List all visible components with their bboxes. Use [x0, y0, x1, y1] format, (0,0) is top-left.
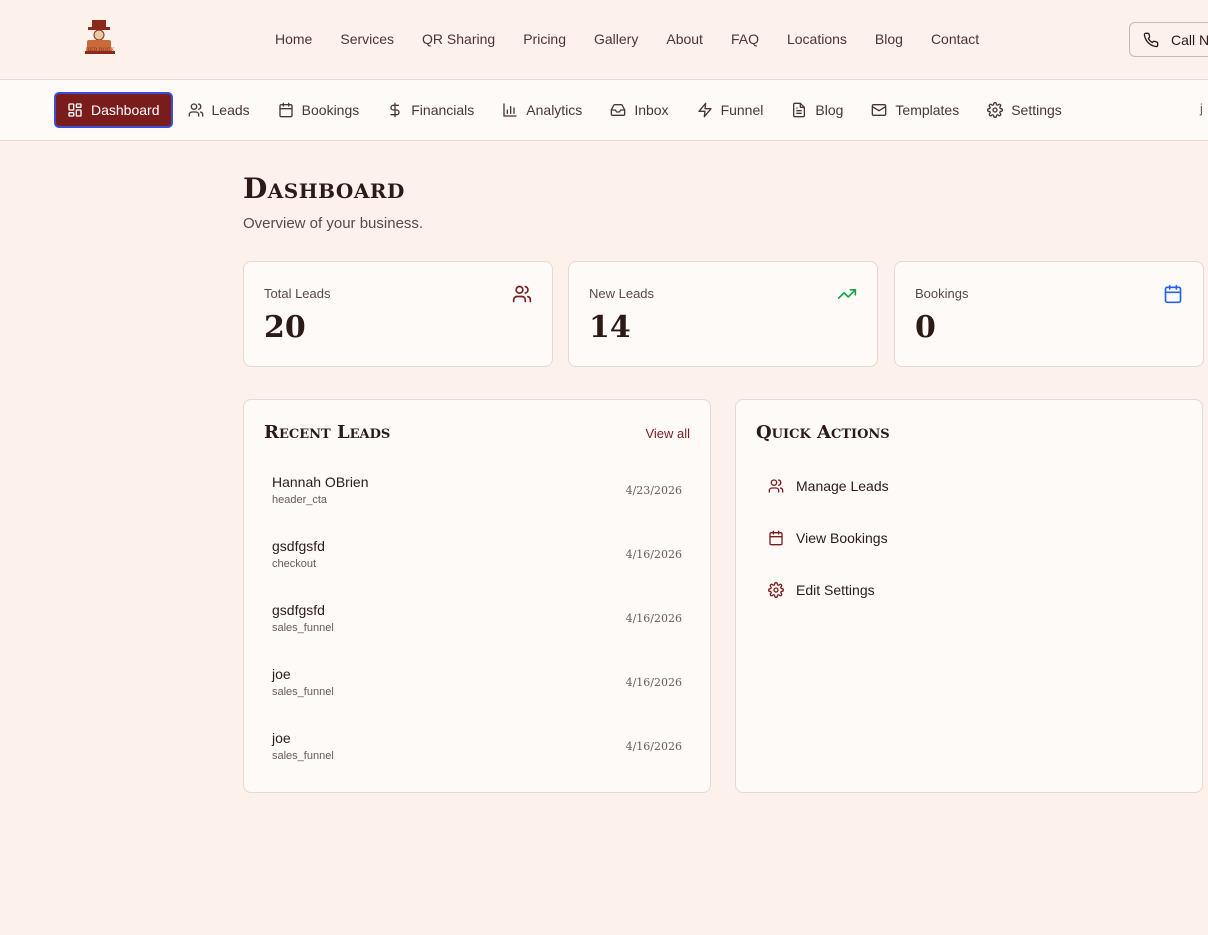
nav-link-faq[interactable]: FAQ	[717, 30, 773, 48]
admin-tab-label: Financials	[411, 102, 475, 118]
admin-tab-bookings[interactable]: Bookings	[266, 93, 372, 127]
lead-name: joe	[272, 666, 291, 682]
lead-row[interactable]: Hannah OBrien header_cta 4/23/2026	[272, 474, 682, 514]
nav-link-pricing[interactable]: Pricing	[509, 30, 580, 48]
layout-dashboard-icon	[68, 103, 82, 117]
users-icon	[512, 285, 532, 303]
nav-link-about[interactable]: About	[652, 30, 717, 48]
zap-icon	[697, 102, 712, 118]
lead-name: gsdfgsfd	[272, 602, 325, 618]
admin-tab-label: Inbox	[634, 102, 669, 118]
admin-nav: Dashboard Leads Bookings Financials Anal…	[54, 92, 1074, 128]
page-title: Dashboard	[243, 172, 405, 205]
admin-tab-label: Templates	[895, 102, 960, 118]
users-icon	[768, 479, 784, 493]
quick-actions-title: Quick Actions	[756, 422, 890, 443]
stat-label: Bookings	[915, 286, 969, 301]
lead-date: 4/16/2026	[625, 740, 682, 753]
stat-value: 20	[264, 310, 306, 345]
lead-source: sales_funnel	[272, 686, 334, 698]
user-menu[interactable]: j	[1200, 101, 1203, 116]
admin-tab-label: Leads	[211, 102, 250, 118]
admin-tab-inbox[interactable]: Inbox	[598, 93, 680, 127]
recent-leads-title: Recent Leads	[264, 422, 391, 443]
page-subtitle: Overview of your business.	[243, 215, 424, 232]
admin-tab-blog[interactable]: Blog	[779, 93, 855, 127]
site-header: RED ROCK Home Services QR Sharing Pricin…	[0, 0, 1208, 80]
admin-tab-label: Analytics	[526, 102, 583, 118]
admin-tab-label: Funnel	[720, 102, 764, 118]
stat-label: Total Leads	[264, 286, 331, 301]
lead-row[interactable]: gsdfgsfd checkout 4/16/2026	[272, 538, 682, 578]
view-bookings-action[interactable]: View Bookings	[768, 530, 888, 546]
nav-link-qr-sharing[interactable]: QR Sharing	[408, 30, 509, 48]
manage-leads-action[interactable]: Manage Leads	[768, 478, 889, 494]
phone-icon	[1143, 32, 1159, 47]
edit-settings-action[interactable]: Edit Settings	[768, 582, 875, 598]
stat-card-total-leads: Total Leads 20	[243, 261, 553, 367]
lead-source: header_cta	[272, 494, 328, 506]
nav-link-services[interactable]: Services	[326, 30, 408, 48]
action-label: Edit Settings	[796, 582, 875, 598]
calendar-icon	[769, 530, 783, 546]
mail-icon	[872, 104, 887, 116]
nav-link-contact[interactable]: Contact	[917, 30, 993, 48]
trending-up-icon	[837, 289, 857, 299]
lead-date: 4/16/2026	[625, 676, 682, 689]
admin-tab-settings[interactable]: Settings	[975, 93, 1074, 127]
lead-source: checkout	[272, 558, 317, 570]
action-label: Manage Leads	[796, 478, 889, 494]
admin-tab-label: Bookings	[301, 102, 360, 118]
lead-source: sales_funnel	[272, 750, 334, 762]
bar-chart-icon	[503, 103, 517, 117]
lead-date: 4/16/2026	[625, 612, 682, 625]
lead-name: gsdfgsfd	[272, 538, 325, 554]
admin-tab-label: Blog	[815, 102, 844, 118]
stat-card-new-leads: New Leads 14	[568, 261, 878, 367]
admin-nav-bar: Dashboard Leads Bookings Financials Anal…	[0, 80, 1208, 141]
svg-text:RED ROCK: RED ROCK	[86, 47, 115, 53]
nav-link-blog[interactable]: Blog	[861, 30, 917, 48]
users-icon	[188, 103, 203, 117]
admin-tab-leads[interactable]: Leads	[176, 93, 262, 127]
stat-card-bookings: Bookings 0	[894, 261, 1204, 367]
nav-link-locations[interactable]: Locations	[773, 30, 861, 48]
admin-tab-label: Dashboard	[91, 102, 160, 118]
admin-tab-financials[interactable]: Financials	[375, 93, 486, 127]
view-all-leads-link[interactable]: View all	[645, 426, 690, 441]
nav-link-home[interactable]: Home	[261, 30, 326, 48]
dollar-sign-icon	[390, 102, 400, 118]
lead-name: Hannah OBrien	[272, 474, 369, 490]
stat-value: 0	[915, 310, 936, 345]
main-nav: Home Services QR Sharing Pricing Gallery…	[261, 30, 993, 48]
lead-date: 4/16/2026	[625, 548, 682, 561]
brand-logo[interactable]: RED ROCK	[82, 18, 118, 60]
nav-link-gallery[interactable]: Gallery	[580, 30, 652, 48]
lead-row[interactable]: gsdfgsfd sales_funnel 4/16/2026	[272, 602, 682, 642]
admin-tab-templates[interactable]: Templates	[859, 93, 971, 127]
lead-row[interactable]: joe sales_funnel 4/16/2026	[272, 666, 682, 706]
lead-row[interactable]: joe sales_funnel 4/16/2026	[272, 730, 682, 770]
quick-actions-panel: Quick Actions Manage Leads View Bookings…	[735, 399, 1203, 793]
stat-label: New Leads	[589, 286, 655, 301]
call-now-button[interactable]: Call N	[1129, 22, 1208, 57]
action-label: View Bookings	[796, 530, 888, 546]
settings-icon	[768, 582, 784, 598]
admin-tab-funnel[interactable]: Funnel	[685, 93, 776, 127]
admin-tab-label: Settings	[1011, 102, 1062, 118]
calendar-icon	[1164, 284, 1182, 304]
admin-tab-analytics[interactable]: Analytics	[490, 93, 594, 127]
calendar-icon	[278, 102, 293, 118]
lead-name: joe	[272, 730, 291, 746]
inbox-icon	[610, 104, 626, 116]
recent-leads-panel: Recent Leads View all Hannah OBrien head…	[243, 399, 711, 793]
stat-value: 14	[589, 310, 631, 345]
lead-date: 4/23/2026	[625, 484, 682, 497]
call-button-label: Call N	[1171, 31, 1208, 48]
file-text-icon	[793, 102, 806, 118]
lead-source: sales_funnel	[272, 622, 334, 634]
admin-tab-dashboard[interactable]: Dashboard	[54, 92, 173, 128]
settings-icon	[987, 102, 1004, 118]
